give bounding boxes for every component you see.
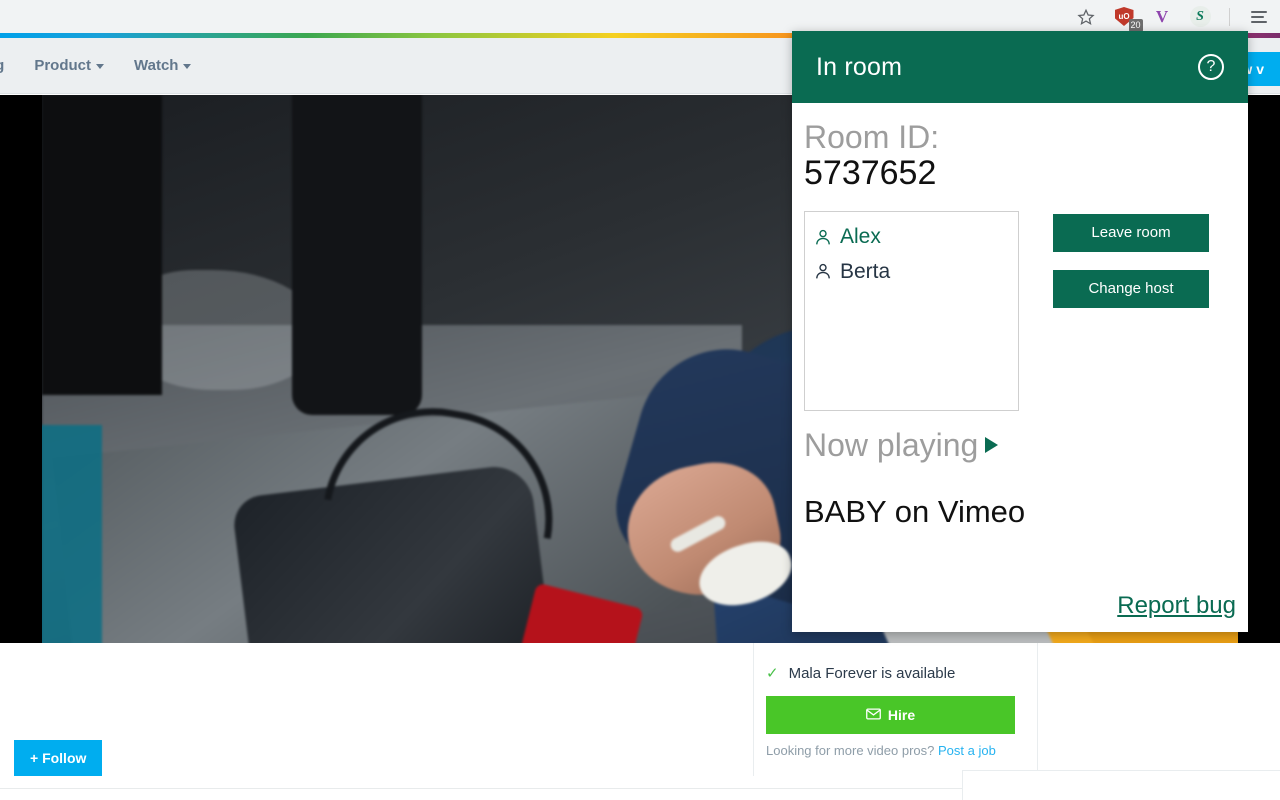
side-card-panel (962, 770, 1280, 800)
vimeo-extension-icon[interactable]: V (1151, 6, 1173, 28)
user-list[interactable]: Alex Berta (804, 210, 1019, 411)
bookmark-star-icon[interactable] (1075, 6, 1097, 28)
change-host-button[interactable]: Change host (1053, 269, 1209, 308)
nav-item-product-label: Product (34, 57, 91, 74)
room-id-value: 5737652 (804, 153, 937, 192)
availability-row: ✓ Mala Forever is available (766, 665, 1025, 682)
nav-item-watch-label: Watch (134, 57, 179, 74)
vimeo-nav-items: ng Product Watch (0, 57, 192, 74)
follow-button[interactable]: + Follow (14, 740, 103, 776)
chevron-down-icon (183, 64, 192, 69)
nav-item-product[interactable]: Product (34, 57, 104, 74)
now-playing-title: BABY on Vimeo (804, 493, 1026, 529)
hire-subtext-label: Looking for more video pros? (766, 743, 935, 758)
envelope-icon (865, 707, 881, 723)
hire-button-label: Hire (887, 707, 916, 723)
stylus-extension-icon[interactable]: S (1189, 6, 1211, 28)
hire-subtext: Looking for more video pros? Post a job (766, 743, 1025, 758)
check-icon: ✓ (766, 665, 779, 682)
room-action-buttons: Leave room Change host (1053, 211, 1209, 411)
screen-root: uO 20 V S ng Product (0, 0, 1280, 800)
room-id-label: Room ID: (804, 119, 940, 155)
now-playing-row: Now playing (804, 427, 1236, 464)
user-name: Alex (840, 224, 881, 248)
browser-toolbar: uO 20 V S (0, 0, 1280, 33)
in-room-panel-header: In room ? (792, 31, 1248, 103)
person-icon (815, 263, 831, 280)
room-members-and-actions: Alex Berta Leave room Change host (804, 210, 1236, 411)
ublock-shield-icon[interactable]: uO 20 (1113, 6, 1143, 32)
nav-item-watch[interactable]: Watch (134, 57, 192, 74)
availability-text: Mala Forever is available (788, 665, 956, 682)
report-bug-link[interactable]: Report bug (1117, 592, 1236, 620)
nav-item-pricing-label: ng (0, 57, 4, 74)
panel-title: In room (816, 52, 903, 81)
person-icon (815, 229, 831, 246)
browser-toolbar-icons: uO 20 V S (1075, 6, 1280, 32)
post-a-job-link[interactable]: Post a job (938, 743, 996, 758)
play-icon[interactable] (985, 437, 999, 454)
in-room-panel: In room ? Room ID: 5737652 Alex Berta Le… (792, 31, 1248, 632)
hire-card: ✓ Mala Forever is available Hire Looking… (753, 643, 1038, 776)
hire-button[interactable]: Hire (766, 696, 1015, 734)
now-playing-label: Now playing (804, 426, 979, 463)
in-room-panel-body: Room ID: 5737652 Alex Berta Leave room C… (792, 103, 1248, 632)
leave-room-button[interactable]: Leave room (1053, 213, 1209, 252)
list-item[interactable]: Berta (815, 255, 1008, 290)
help-circle-icon[interactable]: ? (1198, 54, 1224, 80)
nav-item-pricing[interactable]: ng (0, 57, 4, 74)
user-name: Berta (840, 259, 891, 283)
list-item[interactable]: Alex (815, 220, 1008, 255)
toolbar-divider (1229, 7, 1230, 26)
chevron-down-icon (96, 64, 104, 69)
browser-menu-icon[interactable] (1248, 6, 1270, 28)
